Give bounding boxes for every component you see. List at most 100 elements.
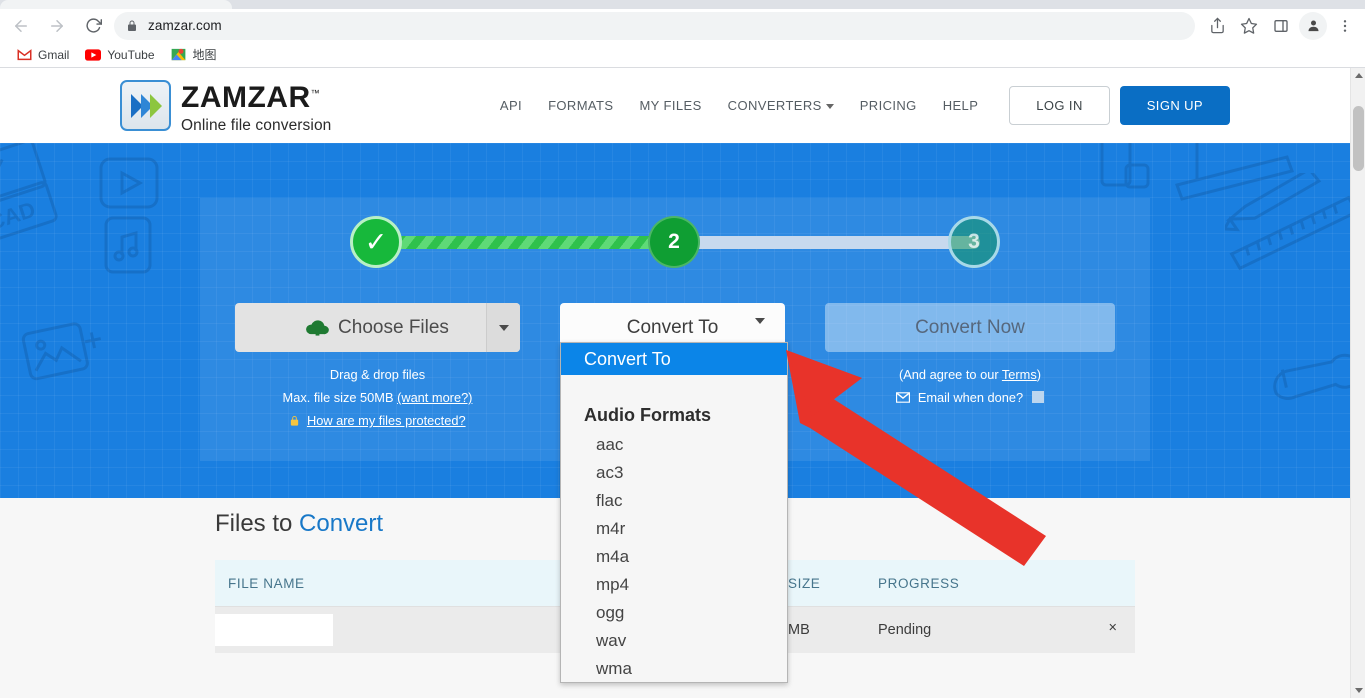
bookmark-youtube[interactable]: YouTube	[81, 45, 162, 65]
redaction-box	[215, 614, 333, 646]
dropdown-option-ogg[interactable]: ogg	[561, 599, 787, 627]
convert-help-text: (And agree to our Terms) Email when done…	[825, 363, 1115, 410]
back-arrow-icon[interactable]	[6, 12, 36, 40]
bookmark-maps[interactable]: 地图	[167, 44, 225, 65]
dropdown-option-wma[interactable]: wma	[561, 655, 787, 682]
nav-item-help[interactable]: HELP	[930, 98, 992, 113]
progress-steps: ✓ 2 3	[200, 198, 1150, 308]
remove-file-button[interactable]: ×	[1096, 620, 1117, 636]
max-size-text: Max. file size 50MB	[282, 390, 394, 405]
column-header-progress: PROGRESS	[878, 575, 960, 591]
chevron-down-icon	[498, 324, 509, 331]
drag-drop-text: Drag & drop files	[329, 367, 426, 382]
logo-chevrons-icon	[120, 80, 171, 131]
dropdown-option-wav[interactable]: wav	[561, 627, 787, 655]
choose-files-group: Choose Files Drag & drop files Max. file…	[235, 303, 520, 434]
email-when-done-checkbox[interactable]	[1031, 391, 1044, 403]
page-title: Files to Convert	[215, 510, 383, 538]
bookmark-gmail[interactable]: Gmail	[12, 45, 77, 65]
step-line-pending	[680, 236, 980, 249]
side-panel-icon[interactable]	[1267, 12, 1295, 40]
page-viewport: ZAMZAR™ Online file conversion API FORMA…	[0, 68, 1350, 698]
cad-file-doodle-icon: CAD	[0, 143, 58, 244]
svg-text:CAD: CAD	[0, 197, 38, 236]
protected-line: How are my files protected?	[235, 409, 520, 434]
address-bar[interactable]: zamzar.com	[114, 11, 1195, 40]
login-button[interactable]: LOG IN	[1009, 86, 1110, 125]
files-title-plain: Files to	[215, 510, 300, 537]
terms-prefix: (And agree to our	[898, 367, 1002, 382]
bookmark-star-icon[interactable]	[1235, 12, 1263, 40]
cell-progress: Pending	[878, 622, 932, 638]
nav-item-formats[interactable]: FORMATS	[535, 98, 626, 113]
image-file-doodle-icon	[21, 322, 102, 381]
step-line-complete	[390, 236, 680, 249]
dropdown-option-selected[interactable]: Convert To	[561, 343, 787, 375]
terms-link[interactable]: Terms	[1002, 367, 1037, 382]
maps-icon	[171, 47, 187, 63]
want-more-link[interactable]: (want more?)	[397, 390, 472, 405]
nav-item-my-files[interactable]: MY FILES	[626, 98, 714, 113]
lock-icon	[126, 20, 138, 32]
convert-to-label: Convert To	[626, 316, 719, 338]
dropdown-option-m4a[interactable]: m4a	[561, 543, 787, 571]
lock-icon	[289, 411, 300, 434]
files-protected-link[interactable]: How are my files protected?	[307, 413, 466, 428]
dropdown-option-ac3[interactable]: ac3	[561, 459, 787, 487]
profile-avatar-icon[interactable]	[1299, 11, 1327, 40]
youtube-icon	[85, 47, 102, 63]
share-icon[interactable]	[1203, 12, 1231, 40]
pencil-ruler-doodle-icon	[1225, 173, 1350, 271]
dropdown-option-flac[interactable]: flac	[561, 487, 787, 515]
upload-help-text: Drag & drop files Max. file size 50MB (w…	[235, 363, 520, 434]
files-title-accent: Convert	[299, 510, 384, 537]
address-bar-url: zamzar.com	[148, 18, 222, 33]
music-file-doodle-icon	[104, 216, 152, 274]
gmail-icon	[16, 47, 32, 63]
video-file-doodle-icon	[99, 157, 159, 209]
bookmark-label: 地图	[192, 48, 217, 62]
brush-doodle-icon	[1175, 143, 1294, 201]
dropdown-option-aac[interactable]: aac	[561, 431, 787, 459]
step-3-pending: 3	[948, 216, 1000, 268]
zamzar-logo[interactable]: ZAMZAR™ Online file conversion	[120, 80, 331, 135]
email-when-done-line: Email when done?	[825, 386, 1115, 410]
convert-to-dropdown-menu[interactable]: Convert To Audio Formats aac ac3 flac m4…	[560, 342, 788, 683]
nav-item-api[interactable]: API	[487, 98, 535, 113]
browser-toolbar: zamzar.com	[0, 9, 1365, 42]
logo-name-text: ZAMZAR	[181, 81, 311, 114]
nav-item-converters-label: CONVERTERS	[727, 98, 822, 113]
choose-files-label: Choose Files	[338, 316, 449, 338]
reload-icon[interactable]	[78, 12, 108, 40]
check-icon: ✓	[364, 226, 388, 257]
column-header-size: SIZE	[788, 575, 821, 591]
step-1-complete: ✓	[350, 216, 402, 268]
wrench-doodle-icon	[1273, 353, 1350, 400]
three-dot-menu-icon[interactable]	[1331, 12, 1359, 40]
nav-item-pricing[interactable]: PRICING	[847, 98, 930, 113]
dropdown-option-m4r[interactable]: m4r	[561, 515, 787, 543]
logo-tagline: Online file conversion	[181, 117, 332, 134]
step-2-current: 2	[648, 216, 700, 268]
browser-tab[interactable]	[0, 0, 232, 9]
chevron-down-icon	[825, 104, 834, 110]
scroll-up-arrow-icon[interactable]	[1351, 68, 1365, 83]
signup-button[interactable]: SIGN UP	[1119, 86, 1230, 125]
convert-now-group: Convert Now (And agree to our Terms) Ema…	[825, 303, 1115, 410]
site-header: ZAMZAR™ Online file conversion API FORMA…	[0, 68, 1350, 143]
choose-files-dropdown-toggle[interactable]	[486, 303, 520, 352]
dropdown-option-mp4[interactable]: mp4	[561, 571, 787, 599]
nav-item-converters[interactable]: CONVERTERS	[715, 98, 847, 113]
envelope-icon	[896, 391, 914, 406]
email-when-done-label: Email when done?	[917, 390, 1024, 405]
convert-now-button[interactable]: Convert Now	[825, 303, 1115, 352]
browser-tab-strip	[0, 0, 1365, 9]
scroll-down-arrow-icon[interactable]	[1351, 683, 1365, 698]
choose-files-button[interactable]: Choose Files	[235, 303, 520, 352]
logo-tm: ™	[310, 88, 321, 98]
forward-arrow-icon[interactable]	[42, 12, 72, 40]
dropdown-group-audio-formats: Audio Formats	[584, 404, 712, 425]
page-scrollbar[interactable]	[1350, 68, 1365, 698]
bookmark-label: YouTube	[107, 47, 155, 62]
scrollbar-thumb[interactable]	[1353, 106, 1364, 171]
